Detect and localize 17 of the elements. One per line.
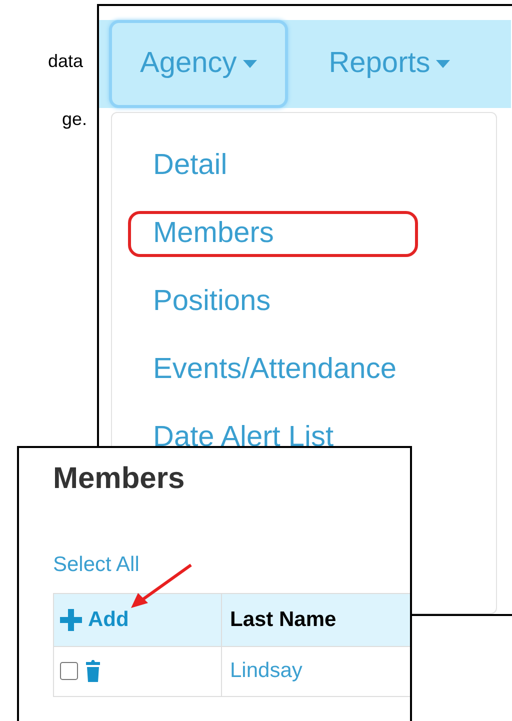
select-all-link[interactable]: Select All [53,549,140,580]
trash-icon[interactable] [84,659,102,683]
menu-item[interactable]: Members [128,211,418,257]
column-header: Last Name [229,606,338,633]
menu-item[interactable]: Detail [128,143,418,189]
last-name-link[interactable]: Lindsay [222,646,310,696]
document-text: data [48,50,84,73]
caret-icon [242,60,257,68]
page-title: Members [53,461,186,497]
plus-icon [60,608,82,630]
row-checkbox[interactable] [60,662,78,680]
nav-menu-button[interactable]: Reports [298,20,482,108]
menu-item[interactable]: Events/Attendance [128,347,418,393]
menu-item[interactable]: Positions [128,279,418,325]
caret-icon [436,60,450,68]
document-text: ge. [62,108,88,131]
nav-menu-button[interactable]: Agency [109,20,288,108]
